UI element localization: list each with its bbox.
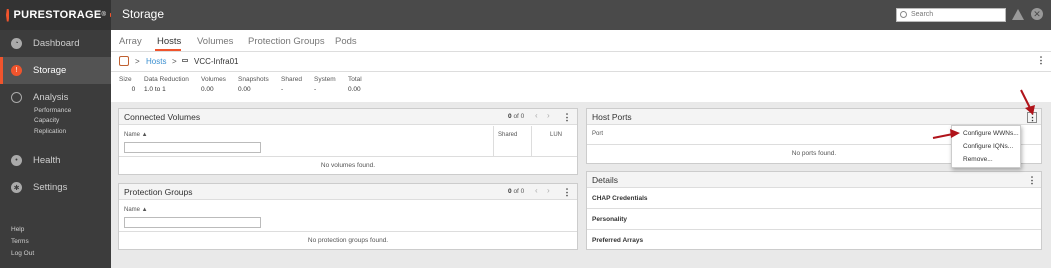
annotation-arrow-right: [932, 133, 954, 139]
annotation-arrowhead: [1025, 105, 1035, 115]
annotation-arrowhead: [950, 129, 960, 138]
annotation-overlay: [932, 89, 1035, 139]
